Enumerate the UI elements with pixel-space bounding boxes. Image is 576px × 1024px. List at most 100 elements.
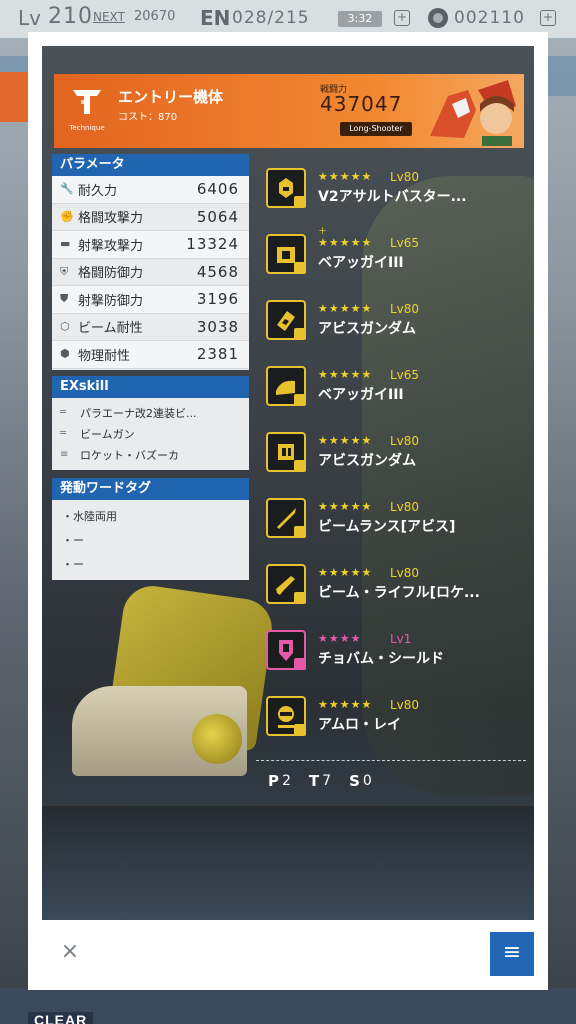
add-energy-button[interactable]: + xyxy=(394,10,410,26)
power-type-count: 2 xyxy=(282,773,291,789)
param-name: 耐久力 xyxy=(78,183,118,199)
pilot-icon xyxy=(266,696,306,736)
part-slot-body[interactable]: ＋ ★★★★★ Lv65 ベアッガイIII xyxy=(264,227,524,280)
part-slot-leg[interactable]: ★★★★★ Lv65 ベアッガイIII xyxy=(264,360,524,412)
bazooka-icon: ≡ xyxy=(60,449,69,460)
technique-icon xyxy=(73,90,101,114)
beam-gun-icon: ═ xyxy=(60,428,67,439)
param-row-ranged-attack: ▬ 射撃攻撃力 13324 xyxy=(52,231,249,259)
part-level: Lv80 xyxy=(390,302,420,316)
part-slot-ranged-weapon[interactable]: ★★★★★ Lv80 ビーム・ライフル[ロケ... xyxy=(264,558,524,610)
parts-divider xyxy=(256,760,526,761)
param-row-physical-resist: ⬢ 物理耐性 2381 xyxy=(52,341,249,369)
param-name: 射撃防御力 xyxy=(78,293,144,309)
param-value: 6406 xyxy=(196,180,239,199)
hangar-floor xyxy=(42,806,534,920)
part-level: Lv1 xyxy=(390,632,412,646)
physical-resist-icon: ⬢ xyxy=(60,347,70,361)
energy-label: EN xyxy=(200,6,231,30)
part-name: チョバム・シールド xyxy=(318,651,444,667)
entry-banner: Technique エントリー機体 コスト：870 戦闘力 437047 Lon… xyxy=(54,74,524,148)
part-slot-melee-weapon[interactable]: ★★★★★ Lv80 ビームランス[アビス] xyxy=(264,492,524,544)
clear-label: CLEAR xyxy=(28,1012,94,1024)
word-tag-item: ・ー xyxy=(62,534,84,547)
technique-type-count: 7 xyxy=(322,773,332,789)
parameters-header: パラメータ xyxy=(52,154,249,176)
part-name: アビスガンダム xyxy=(318,321,416,337)
shield-gun-icon: ⛊ xyxy=(60,292,69,306)
param-row-durability: 🔧 耐久力 6406 xyxy=(52,176,249,204)
exskill-label: ロケット・バズーカ xyxy=(80,448,179,462)
level-value: 210 xyxy=(48,4,93,29)
part-name: アビスガンダム xyxy=(318,453,416,469)
part-slot-arm[interactable]: ★★★★★ Lv80 アビスガンダム xyxy=(264,294,524,346)
part-name: ビームランス[アビス] xyxy=(318,519,456,535)
word-tag-item: ・水陸両用 xyxy=(62,510,117,523)
part-name: V2アサルトバスター... xyxy=(318,189,467,205)
part-level: Lv80 xyxy=(390,500,420,514)
speed-type-icon: S xyxy=(349,772,360,790)
part-slot-pilot[interactable]: ★★★★★ Lv80 アムロ・レイ xyxy=(264,690,524,742)
part-level: Lv65 xyxy=(390,368,420,382)
exskill-item[interactable]: ═ ビームガン xyxy=(52,423,249,444)
role-badge: Long-Shooter xyxy=(340,122,412,136)
rarity-stars: ★★★★★ xyxy=(318,566,373,579)
technique-label: Technique xyxy=(69,124,105,132)
param-value: 5064 xyxy=(196,207,239,226)
mecha-render-joint xyxy=(192,714,242,764)
part-level: Lv65 xyxy=(390,236,420,250)
technique-type-icon: T xyxy=(308,772,320,790)
param-value: 4568 xyxy=(196,262,239,281)
speed-type-count: 0 xyxy=(362,773,372,789)
word-tag-item: ・ー xyxy=(62,558,84,571)
param-name: 格闘攻撃力 xyxy=(78,211,144,227)
param-name: 射撃攻撃力 xyxy=(78,238,144,254)
exskill-list: ═ パラエーナ改2連装ビ... ═ ビームガン ≡ ロケット・バズーカ xyxy=(52,398,249,465)
part-name: ベアッガイIII xyxy=(318,387,404,403)
exskill-item[interactable]: ≡ ロケット・バズーカ xyxy=(52,444,249,465)
part-slot-backpack[interactable]: ★★★★★ Lv80 アビスガンダム xyxy=(264,426,524,478)
type-counts: P 2 T 7 S 0 xyxy=(268,770,390,792)
exskill-panel: EXskill ═ パラエーナ改2連装ビ... ═ ビームガン ≡ ロケット・バ… xyxy=(52,376,249,470)
exskill-label: パラエーナ改2連装ビ... xyxy=(80,406,197,420)
exskill-item[interactable]: ═ パラエーナ改2連装ビ... xyxy=(52,402,249,423)
shield-part-icon xyxy=(266,630,306,670)
rarity-stars: ★★★★★ xyxy=(318,170,373,183)
param-name: 物理耐性 xyxy=(78,348,131,364)
part-name: ビーム・ライフル[ロケ... xyxy=(318,585,480,601)
beam-weapon-icon: ═ xyxy=(60,407,67,418)
part-slot-head[interactable]: ★★★★★ Lv80 V2アサルトバスター... xyxy=(264,162,524,214)
technique-emblem: Technique xyxy=(64,84,110,138)
exskill-header: EXskill xyxy=(52,376,249,398)
parameters-panel: パラメータ 🔧 耐久力 6406 ✊ 格闘攻撃力 5064 ▬ 射撃攻撃力 13… xyxy=(52,154,249,370)
parameters-list: 🔧 耐久力 6406 ✊ 格闘攻撃力 5064 ▬ 射撃攻撃力 13324 ⛨ … xyxy=(52,176,249,369)
next-exp-value: 20670 xyxy=(134,9,176,24)
leg-part-icon xyxy=(266,366,306,406)
energy-value: 028/215 xyxy=(232,8,310,28)
background-orange-panel xyxy=(0,72,30,122)
gun-icon: ▬ xyxy=(60,237,71,251)
part-level: Lv80 xyxy=(390,566,420,580)
close-button[interactable]: × xyxy=(58,940,82,964)
gem-icon xyxy=(428,8,448,28)
pilot-portrait-icon xyxy=(430,80,516,146)
next-label: NEXT xyxy=(93,10,125,24)
beam-resist-icon: ⬡ xyxy=(60,319,70,333)
param-row-ranged-defense: ⛊ 射撃防御力 3196 xyxy=(52,286,249,314)
power-type-icon: P xyxy=(268,772,279,790)
backpack-part-icon xyxy=(266,432,306,472)
entry-title: エントリー機体 xyxy=(118,88,224,106)
word-tag-panel: 発動ワードタグ ・水陸両用 ・ー ・ー xyxy=(52,478,249,580)
rarity-stars: ★★★★ xyxy=(318,632,362,645)
arm-part-icon xyxy=(266,300,306,340)
menu-button[interactable]: ≡ xyxy=(490,932,534,976)
rarity-stars: ★★★★★ xyxy=(318,500,373,513)
word-tag-header: 発動ワードタグ xyxy=(52,478,249,500)
add-gem-button[interactable]: + xyxy=(540,10,556,26)
head-part-icon xyxy=(266,168,306,208)
rarity-stars: ★★★★★ xyxy=(318,368,373,381)
part-name: ベアッガイIII xyxy=(318,255,404,271)
rarity-stars: ★★★★★ xyxy=(318,434,373,447)
part-slot-shield[interactable]: ★★★★ Lv1 チョバム・シールド xyxy=(264,624,524,676)
rarity-stars: ★★★★★ xyxy=(318,236,373,249)
